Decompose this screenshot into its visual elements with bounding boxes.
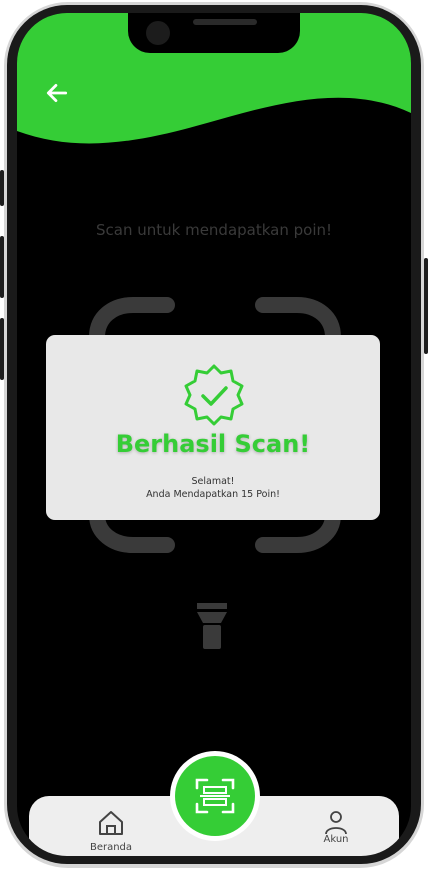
nav-item-home[interactable]: Beranda	[81, 804, 141, 853]
front-camera	[146, 21, 170, 45]
back-button[interactable]	[41, 77, 73, 109]
arrow-left-icon	[46, 84, 68, 102]
nav-item-account[interactable]: Akun	[311, 804, 361, 848]
user-icon	[325, 811, 347, 835]
modal-message-line1: Selamat!	[191, 476, 235, 487]
scan-button[interactable]	[175, 756, 255, 836]
nav-account-label: Akun	[323, 834, 349, 845]
nav-home-label: Beranda	[89, 842, 133, 853]
home-icon	[99, 811, 123, 835]
power-button	[424, 258, 428, 354]
app-screen: Scan untuk mendapatkan poin! Berhasil Sc…	[17, 13, 411, 856]
mute-switch	[0, 170, 4, 206]
earpiece	[193, 19, 257, 25]
success-modal: Berhasil Scan! Selamat! Anda Mendapatkan…	[46, 335, 380, 520]
scan-instruction: Scan untuk mendapatkan poin!	[95, 221, 333, 239]
volume-down-button	[0, 318, 4, 380]
volume-up-button	[0, 236, 4, 298]
modal-message: Selamat! Anda Mendapatkan 15 Poin!	[46, 475, 380, 501]
modal-title: Berhasil Scan!	[115, 430, 311, 458]
qr-scan-icon	[195, 778, 235, 814]
modal-message-line2: Anda Mendapatkan 15 Poin!	[146, 489, 280, 500]
verified-badge-icon	[184, 364, 244, 426]
flashlight-icon[interactable]	[195, 603, 229, 653]
